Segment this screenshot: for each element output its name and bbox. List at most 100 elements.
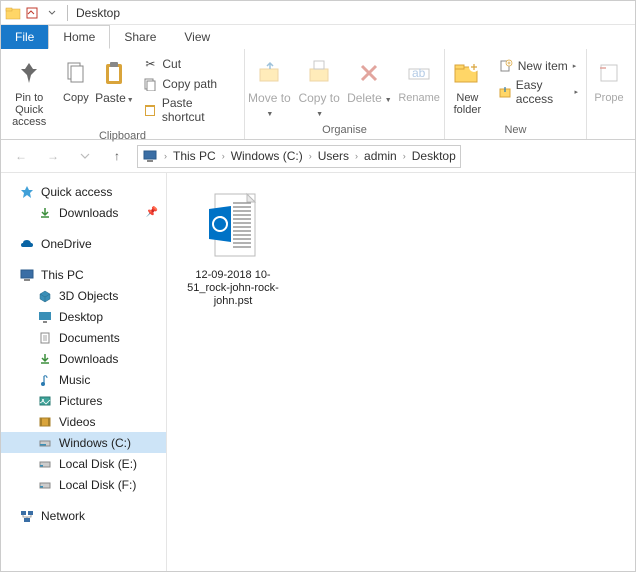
navigation-pane: Quick access Downloads📌 OneDrive This PC… bbox=[1, 173, 167, 571]
sidebar-videos[interactable]: Videos bbox=[1, 411, 166, 432]
chevron-down-icon: ▼ bbox=[383, 97, 392, 104]
new-folder-icon bbox=[451, 57, 483, 89]
delete-button[interactable]: Delete ▼ bbox=[345, 53, 395, 122]
navigation-bar: ← → ↑ › This PC › Windows (C:) › Users ›… bbox=[1, 140, 635, 173]
back-button[interactable]: ← bbox=[9, 144, 33, 168]
file-name-label: 12-09-2018 10-51_rock-john-rock-john.pst bbox=[185, 269, 281, 308]
qat-properties-icon[interactable] bbox=[25, 6, 39, 20]
tab-home[interactable]: Home bbox=[48, 25, 110, 49]
paste-icon bbox=[98, 57, 130, 89]
star-icon bbox=[19, 184, 35, 200]
sidebar-music[interactable]: Music bbox=[1, 369, 166, 390]
drive-icon bbox=[37, 456, 53, 472]
copy-to-button[interactable]: Copy to ▼ bbox=[295, 53, 345, 122]
cube-icon bbox=[37, 288, 53, 304]
sidebar-3d-objects[interactable]: 3D Objects bbox=[1, 285, 166, 306]
ribbon: Pin to Quick access Copy Paste▼ ✂Cut Cop… bbox=[1, 49, 635, 140]
file-item[interactable]: 12-09-2018 10-51_rock-john-rock-john.pst bbox=[185, 191, 281, 308]
breadcrumb-segment[interactable]: This PC bbox=[171, 149, 218, 163]
sidebar-disk-e[interactable]: Local Disk (E:) bbox=[1, 453, 166, 474]
rename-button[interactable]: ab Rename bbox=[394, 53, 444, 122]
chevron-right-icon[interactable]: › bbox=[351, 151, 362, 161]
sidebar-windows-c[interactable]: Windows (C:) bbox=[1, 432, 166, 453]
copy-button[interactable]: Copy bbox=[57, 53, 94, 128]
chevron-right-icon[interactable]: › bbox=[218, 151, 229, 161]
cut-button[interactable]: ✂Cut bbox=[138, 55, 240, 73]
copy-path-icon bbox=[142, 76, 158, 92]
tab-share[interactable]: Share bbox=[110, 25, 170, 49]
sidebar-disk-f[interactable]: Local Disk (F:) bbox=[1, 474, 166, 495]
easy-access-button[interactable]: Easy access ▸ bbox=[494, 77, 582, 107]
breadcrumb-segment[interactable]: Desktop bbox=[410, 149, 458, 163]
desktop-icon bbox=[37, 309, 53, 325]
delete-icon bbox=[353, 57, 385, 89]
tab-file[interactable]: File bbox=[1, 25, 48, 49]
sidebar-network[interactable]: Network bbox=[1, 505, 166, 526]
sidebar-onedrive[interactable]: OneDrive bbox=[1, 233, 166, 254]
download-icon bbox=[37, 205, 53, 221]
pin-icon bbox=[13, 57, 45, 89]
sidebar-documents[interactable]: Documents bbox=[1, 327, 166, 348]
copy-path-button[interactable]: Copy path bbox=[138, 75, 240, 93]
move-to-button[interactable]: Move to ▼ bbox=[245, 53, 295, 122]
window-title: Desktop bbox=[76, 6, 120, 20]
drive-icon bbox=[37, 477, 53, 493]
properties-icon bbox=[593, 57, 625, 89]
forward-button[interactable]: → bbox=[41, 144, 65, 168]
pc-icon bbox=[142, 148, 158, 164]
videos-icon bbox=[37, 414, 53, 430]
file-view[interactable]: 12-09-2018 10-51_rock-john-rock-john.pst bbox=[167, 173, 635, 571]
chevron-down-icon: ▼ bbox=[266, 111, 273, 118]
group-label-organise: Organise bbox=[245, 122, 444, 139]
move-to-icon bbox=[254, 57, 286, 89]
sidebar-desktop[interactable]: Desktop bbox=[1, 306, 166, 327]
new-item-button[interactable]: New item ▸ bbox=[494, 57, 582, 75]
paste-shortcut-button[interactable]: Paste shortcut bbox=[138, 95, 240, 125]
group-label-clipboard: Clipboard bbox=[1, 128, 244, 145]
chevron-down-icon: ▼ bbox=[127, 97, 134, 104]
paste-button[interactable]: Paste▼ bbox=[94, 53, 134, 128]
pin-icon: 📌 bbox=[146, 207, 158, 218]
pin-to-quick-access-button[interactable]: Pin to Quick access bbox=[1, 53, 57, 128]
chevron-right-icon[interactable]: › bbox=[399, 151, 410, 161]
outlook-pst-icon bbox=[203, 191, 263, 263]
copy-to-icon bbox=[304, 57, 336, 89]
sidebar-quick-access[interactable]: Quick access bbox=[1, 181, 166, 202]
new-item-icon bbox=[498, 58, 514, 74]
chevron-down-icon: ▼ bbox=[316, 111, 323, 118]
paste-shortcut-icon bbox=[142, 102, 157, 118]
recent-dropdown[interactable] bbox=[73, 144, 97, 168]
sidebar-this-pc[interactable]: This PC bbox=[1, 264, 166, 285]
content-area: Quick access Downloads📌 OneDrive This PC… bbox=[1, 173, 635, 571]
properties-button[interactable]: Prope bbox=[587, 53, 631, 134]
breadcrumb-segment[interactable]: Windows (C:) bbox=[229, 149, 305, 163]
scissors-icon: ✂ bbox=[142, 56, 158, 72]
chevron-right-icon[interactable]: › bbox=[305, 151, 316, 161]
copy-icon bbox=[60, 57, 92, 89]
documents-icon bbox=[37, 330, 53, 346]
new-folder-button[interactable]: New folder bbox=[445, 53, 490, 122]
music-icon bbox=[37, 372, 53, 388]
pictures-icon bbox=[37, 393, 53, 409]
quick-access-toolbar bbox=[25, 6, 59, 20]
download-icon bbox=[37, 351, 53, 367]
sidebar-pictures[interactable]: Pictures bbox=[1, 390, 166, 411]
breadcrumb-segment[interactable]: Users bbox=[316, 149, 351, 163]
cloud-icon bbox=[19, 236, 35, 252]
address-bar[interactable]: › This PC › Windows (C:) › Users › admin… bbox=[137, 145, 461, 168]
qat-dropdown-icon[interactable] bbox=[45, 6, 59, 20]
sidebar-downloads-qa[interactable]: Downloads📌 bbox=[1, 202, 166, 223]
up-button[interactable]: ↑ bbox=[105, 144, 129, 168]
pc-icon bbox=[19, 267, 35, 283]
title-bar: Desktop bbox=[1, 1, 635, 25]
chevron-right-icon[interactable]: › bbox=[160, 151, 171, 161]
rename-icon: ab bbox=[403, 57, 435, 89]
easy-access-icon bbox=[498, 84, 512, 100]
network-icon bbox=[19, 508, 35, 524]
sidebar-downloads[interactable]: Downloads bbox=[1, 348, 166, 369]
breadcrumb-segment[interactable]: admin bbox=[362, 149, 399, 163]
chevron-down-icon: ▸ bbox=[574, 88, 578, 96]
svg-text:ab: ab bbox=[412, 66, 426, 80]
tab-view[interactable]: View bbox=[170, 25, 224, 49]
folder-icon bbox=[5, 5, 21, 21]
